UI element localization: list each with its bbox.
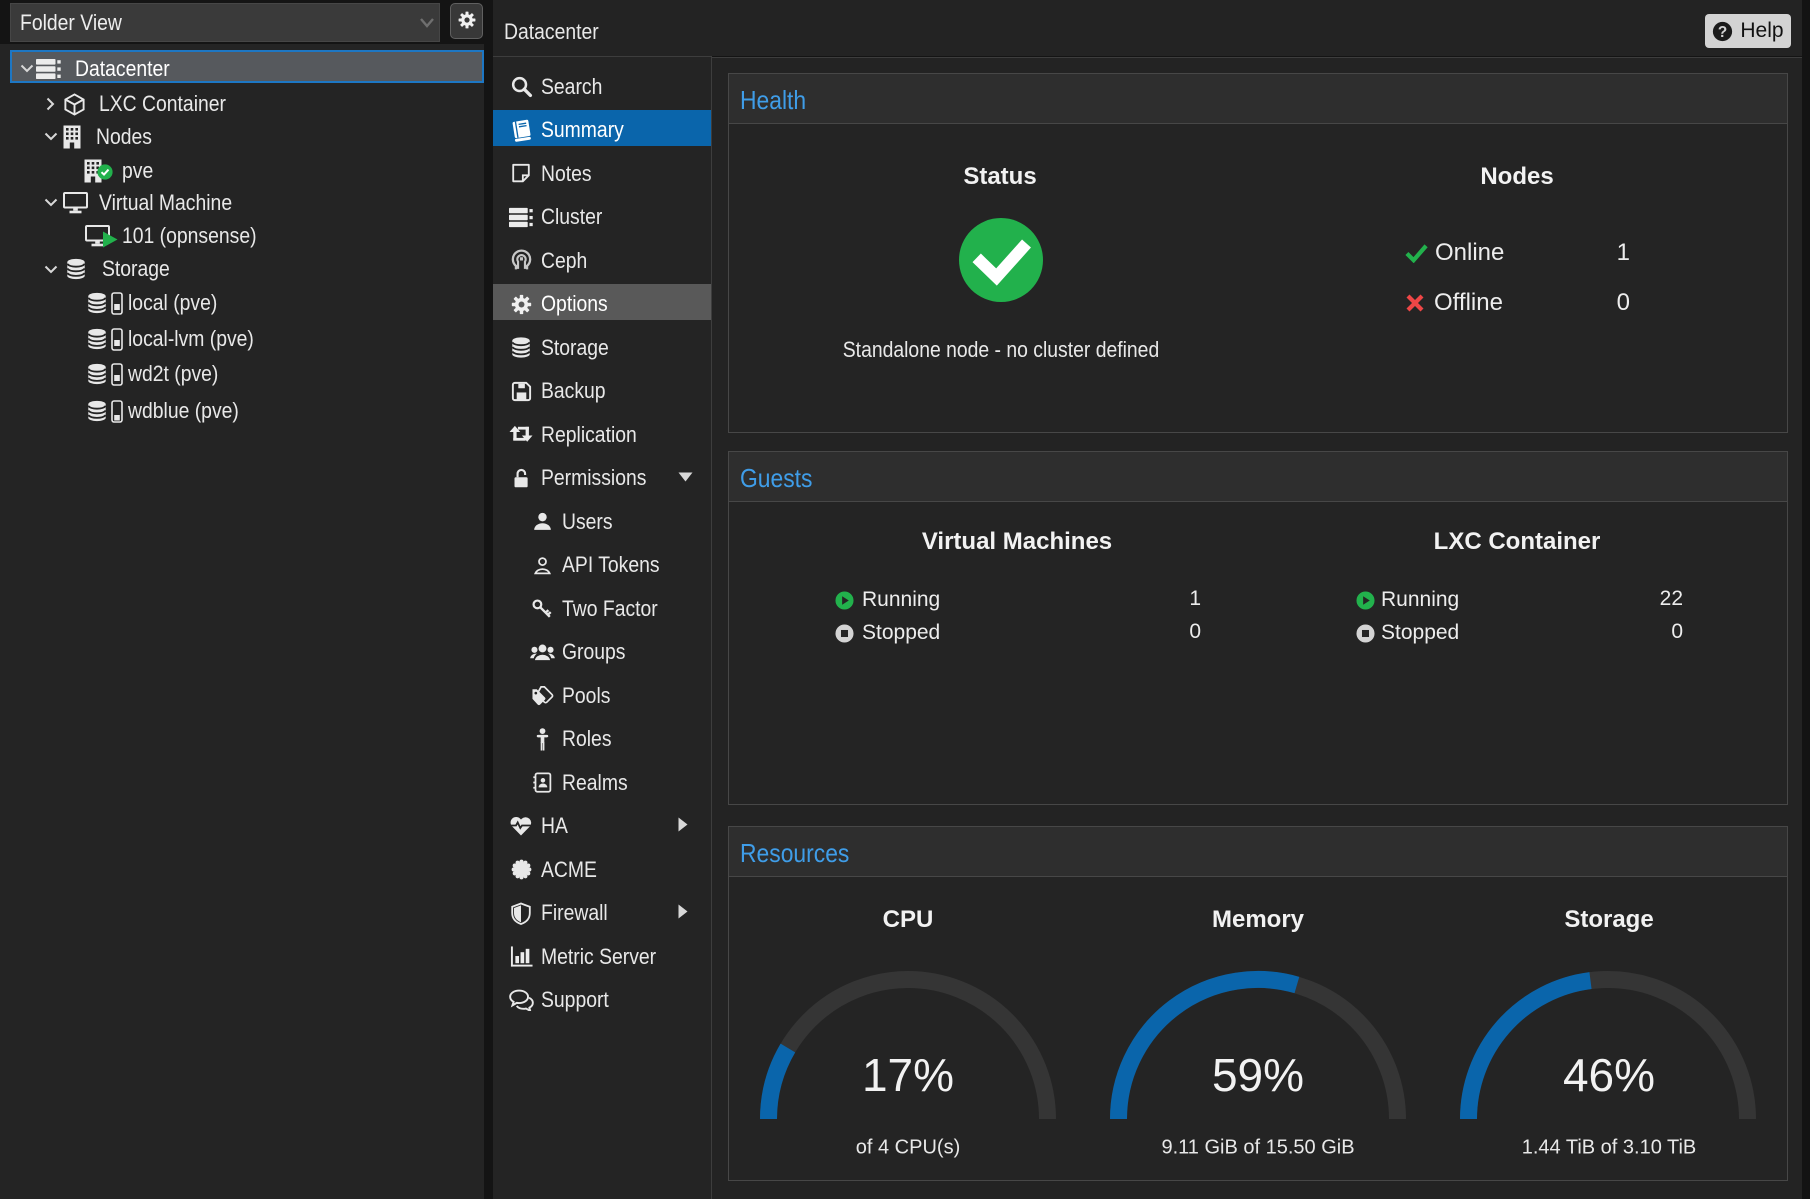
svg-text:?: ? (1718, 23, 1727, 40)
